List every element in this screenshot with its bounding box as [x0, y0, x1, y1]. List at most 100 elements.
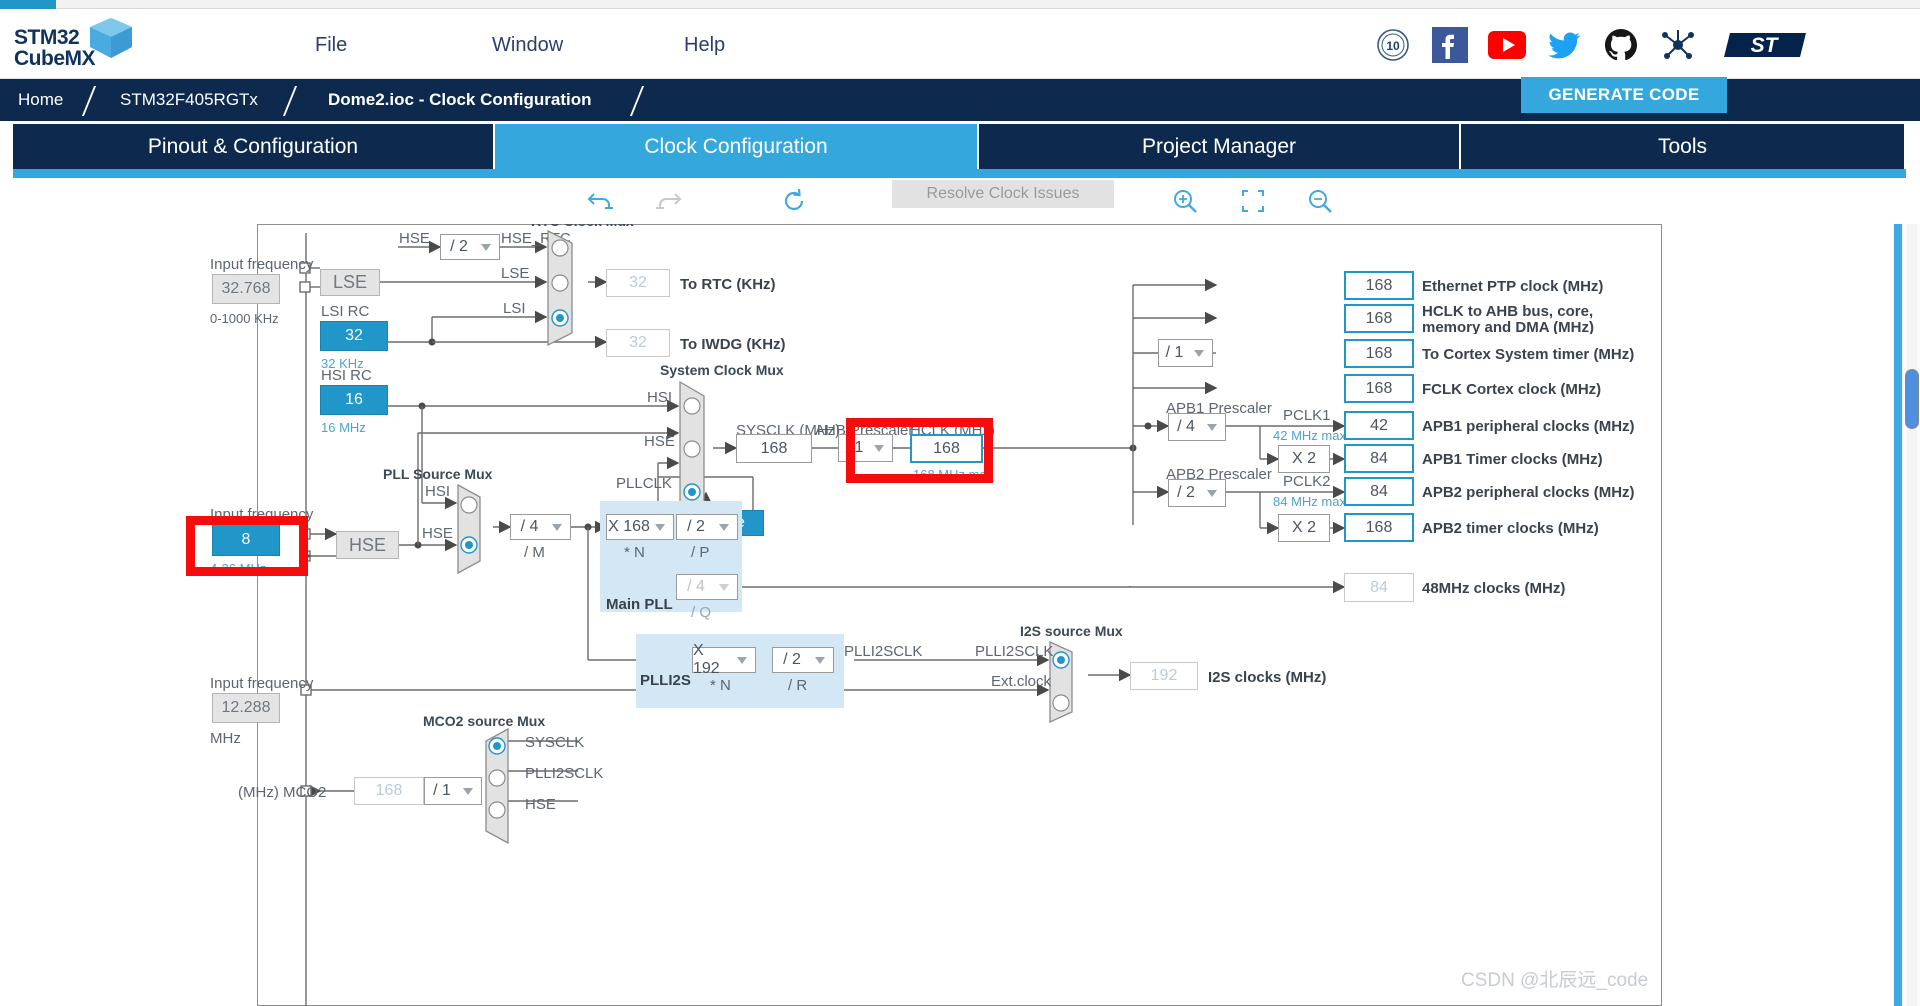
pll-m-divider-select[interactable]: / 4 [510, 514, 571, 540]
anniversary-10-years-icon[interactable]: 10 [1373, 25, 1413, 65]
i2s-clocks-value[interactable]: 192 [1130, 662, 1198, 690]
plli2s-r-divider-select[interactable]: / 2 [772, 647, 834, 673]
output-value-hclk-ahb[interactable]: 168 [1344, 304, 1414, 333]
output-value-cortex-system-timer[interactable]: 168 [1344, 339, 1414, 368]
pclk1-max-label: 42 MHz max [1273, 428, 1346, 443]
mco2-divider-select[interactable]: / 1 [424, 777, 482, 805]
hsi-rc-unit: 16 MHz [321, 420, 366, 435]
redo-icon[interactable] [652, 184, 686, 218]
hse-input-frequency-label: Input frequency [210, 506, 314, 523]
output-label-apb1-timer: APB1 Timer clocks (MHz) [1422, 451, 1603, 468]
output-value-apb1-peripheral[interactable]: 42 [1344, 411, 1414, 440]
scrollbar-thumb[interactable] [1905, 369, 1919, 429]
lse-input-frequency-field[interactable]: 32.768 [212, 274, 280, 304]
hclk-value[interactable]: 168 [910, 434, 983, 463]
hse-oscillator[interactable]: HSE [336, 531, 399, 559]
hsi-rc-title: HSI RC [321, 367, 372, 384]
to-iwdg-label: To IWDG (KHz) [680, 336, 786, 353]
resolve-clock-issues-button[interactable]: Resolve Clock Issues [892, 180, 1114, 208]
st-logo-icon[interactable]: ST [1720, 21, 1812, 69]
i2s-input-frequency-field[interactable]: 12.288 [212, 693, 280, 723]
youtube-icon[interactable] [1487, 25, 1527, 65]
breadcrumb-item-current[interactable]: Dome2.ioc - Clock Configuration [328, 79, 592, 121]
tab-pinout-configuration[interactable]: Pinout & Configuration [13, 124, 495, 169]
tab-clock-configuration[interactable]: Clock Configuration [495, 124, 979, 169]
hse-rtc-divider-select[interactable]: / 2 [440, 234, 500, 260]
breadcrumb-item-mcu[interactable]: STM32F405RGTx [120, 79, 258, 121]
output-value-apb1-timer[interactable]: 84 [1344, 444, 1414, 473]
vertical-scrollbar[interactable] [1902, 224, 1920, 1006]
ahb-prescaler-value: / 1 [845, 439, 864, 456]
lse-oscillator[interactable]: LSE [320, 269, 380, 296]
github-icon[interactable] [1601, 25, 1641, 65]
pclk2-label: PCLK2 [1283, 473, 1331, 490]
lsi-rc-title: LSI RC [321, 303, 370, 320]
main-pll-title: Main PLL [606, 596, 673, 613]
tab-tools[interactable]: Tools [1461, 124, 1906, 169]
pll-source-mux[interactable] [456, 483, 496, 575]
output-value-ethernet-ptp[interactable]: 168 [1344, 271, 1414, 300]
logo-line1: STM32 [14, 26, 80, 49]
reset-icon[interactable] [777, 184, 811, 218]
apb1-prescaler-select[interactable]: / 4 [1168, 413, 1226, 441]
to-iwdg-value[interactable]: 32 [606, 329, 670, 357]
lsi-rc-value[interactable]: 32 [320, 321, 388, 351]
tab-project-manager[interactable]: Project Manager [979, 124, 1461, 169]
plli2s-n-multiplier-select[interactable]: X 192 [692, 642, 756, 677]
apb2-timer-multiplier: X 2 [1278, 514, 1330, 542]
pll-source-input-hsi: HSI [425, 483, 451, 500]
i2s-source-mux[interactable] [1048, 640, 1090, 724]
pclk2-max-label: 84 MHz max [1273, 494, 1346, 509]
clock-tree-diagram[interactable]: Input frequency 32.768 0-1000 KHz LSE HS… [186, 224, 1662, 1006]
chevron-down-icon [481, 244, 492, 251]
hse-input-frequency-field[interactable]: 8 [212, 524, 280, 556]
lse-input-frequency-label: Input frequency [210, 256, 314, 273]
plli2s-r-label: / R [788, 677, 808, 694]
pll-p-value: / 2 [687, 518, 705, 535]
pll-p-divider-select[interactable]: / 2 [676, 514, 738, 540]
output-label-fclk-cortex: FCLK Cortex clock (MHz) [1422, 381, 1602, 398]
undo-icon[interactable] [583, 184, 617, 218]
logo-line2: CubeMX [14, 47, 96, 70]
output-value-fclk-cortex[interactable]: 168 [1344, 374, 1414, 403]
rtc-clock-mux[interactable] [546, 229, 588, 347]
plli2s-r-value: / 2 [783, 651, 801, 668]
menu-item-file[interactable]: File [315, 29, 347, 61]
facebook-icon[interactable] [1430, 25, 1470, 65]
clock-diagram-canvas[interactable]: Input frequency 32.768 0-1000 KHz LSE HS… [0, 224, 1920, 1006]
chevron-down-icon [463, 788, 474, 795]
mco2-value[interactable]: 168 [354, 777, 424, 805]
zoom-in-icon[interactable] [1168, 184, 1202, 218]
output-label-ethernet-ptp: Ethernet PTP clock (MHz) [1422, 278, 1604, 295]
i2s-mux-input-ext-clock: Ext.clock [991, 673, 1052, 690]
fit-to-screen-icon[interactable] [1236, 184, 1270, 218]
mco2-input-plli2sclk: PLLI2SCLK [525, 765, 604, 782]
zoom-out-icon[interactable] [1303, 184, 1337, 218]
menu-item-window[interactable]: Window [492, 29, 563, 61]
apb2-prescaler-select[interactable]: / 2 [1168, 479, 1226, 507]
chevron-down-icon [719, 584, 730, 591]
mco2-source-mux[interactable] [480, 727, 522, 845]
hsi-rc-value[interactable]: 16 [320, 385, 388, 415]
cortex-prescaler-select[interactable]: / 1 [1158, 339, 1213, 367]
ahb-prescaler-select[interactable]: / 1 [838, 434, 893, 462]
apb1-timer-multiplier: X 2 [1278, 445, 1330, 473]
diagram-right-accent [1894, 224, 1902, 1006]
menu-item-help[interactable]: Help [684, 29, 725, 61]
twitter-icon[interactable] [1544, 25, 1584, 65]
output-label-48mhz: 48MHz clocks (MHz) [1422, 580, 1566, 597]
output-value-48mhz[interactable]: 84 [1344, 573, 1414, 602]
breadcrumb-item-home[interactable]: Home [18, 79, 63, 121]
pll-q-divider-select[interactable]: / 4 [676, 574, 738, 600]
output-value-apb2-timer[interactable]: 168 [1344, 513, 1414, 542]
scrollbar-track[interactable] [1907, 224, 1917, 1006]
output-value-apb2-peripheral[interactable]: 84 [1344, 477, 1414, 506]
sysclk-value[interactable]: 168 [736, 434, 812, 463]
generate-code-button[interactable]: GENERATE CODE [1521, 77, 1727, 113]
to-rtc-value[interactable]: 32 [606, 269, 670, 297]
community-icon[interactable] [1658, 25, 1698, 65]
watermark: CSDN @北辰远_code [1461, 970, 1649, 991]
pll-n-multiplier-select[interactable]: X 168 [606, 514, 674, 540]
system-clock-mux[interactable] [678, 380, 720, 520]
hse-rtc-divider-value: / 2 [450, 238, 468, 255]
